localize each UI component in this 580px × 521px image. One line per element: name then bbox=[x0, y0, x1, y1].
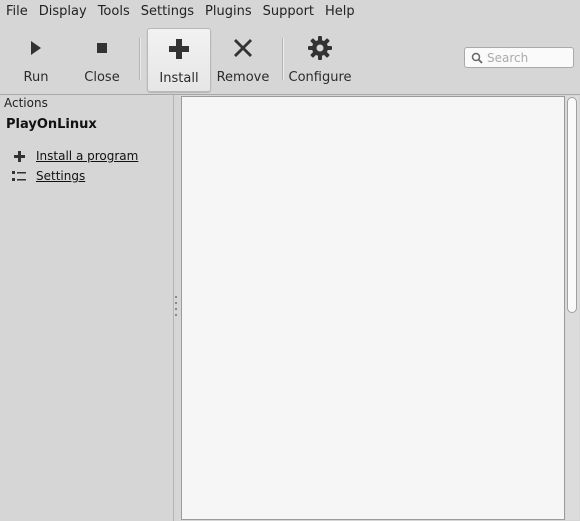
menu-file[interactable]: File bbox=[0, 0, 33, 24]
search-box[interactable] bbox=[464, 47, 574, 68]
search-icon bbox=[469, 50, 485, 66]
plus-icon bbox=[159, 33, 199, 65]
search-input[interactable] bbox=[487, 50, 571, 65]
gear-icon bbox=[300, 32, 340, 64]
settings-link[interactable]: Settings bbox=[12, 167, 85, 185]
close-label: Close bbox=[84, 70, 120, 85]
menu-tools[interactable]: Tools bbox=[92, 0, 135, 24]
vertical-scrollbar[interactable] bbox=[566, 96, 579, 520]
menu-plugins[interactable]: Plugins bbox=[199, 0, 257, 24]
play-icon bbox=[16, 32, 56, 64]
program-list[interactable] bbox=[181, 96, 565, 520]
settings-label[interactable]: Settings bbox=[36, 169, 85, 183]
configure-label: Configure bbox=[288, 70, 352, 85]
menu-support[interactable]: Support bbox=[257, 0, 319, 24]
run-label: Run bbox=[23, 70, 49, 85]
stop-icon bbox=[82, 32, 122, 64]
toolbar-separator bbox=[282, 38, 283, 80]
actions-sidebar: Actions PlayOnLinux Install a program Se… bbox=[0, 95, 173, 521]
menu-settings[interactable]: Settings bbox=[135, 0, 199, 24]
sidebar-border bbox=[173, 95, 174, 521]
remove-label: Remove bbox=[216, 70, 270, 85]
configure-button[interactable]: Configure bbox=[288, 28, 352, 90]
plus-icon bbox=[12, 149, 26, 163]
menu-help[interactable]: Help bbox=[319, 0, 360, 24]
sidebar-title: PlayOnLinux bbox=[6, 117, 97, 132]
toolbar-separator bbox=[139, 38, 140, 80]
settings-list-icon bbox=[12, 169, 26, 183]
install-program-label[interactable]: Install a program bbox=[36, 149, 138, 163]
scrollbar-thumb[interactable] bbox=[567, 97, 577, 313]
remove-button[interactable]: Remove bbox=[216, 28, 270, 90]
close-button[interactable]: Close bbox=[80, 28, 124, 90]
run-button[interactable]: Run bbox=[16, 28, 56, 90]
install-program-link[interactable]: Install a program bbox=[12, 147, 138, 165]
cross-icon bbox=[223, 32, 263, 64]
pane-resize-handle[interactable] bbox=[175, 296, 178, 322]
menu-display[interactable]: Display bbox=[33, 0, 92, 24]
install-button[interactable]: Install bbox=[147, 28, 211, 92]
install-label: Install bbox=[159, 71, 199, 86]
menubar: File Display Tools Settings Plugins Supp… bbox=[0, 0, 580, 24]
sidebar-header: Actions bbox=[4, 96, 48, 110]
